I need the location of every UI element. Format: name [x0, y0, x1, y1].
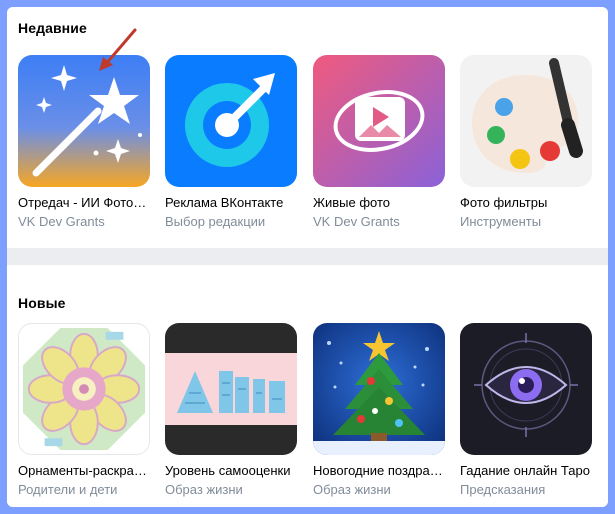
christmas-tree-icon[interactable] [313, 323, 445, 455]
target-icon[interactable] [165, 55, 297, 187]
apps-panel: Недавние Отредач - ИИ Фоторе VK Dev Gran… [7, 7, 608, 507]
app-card-vk-ads[interactable]: Реклама ВКонтакте Выбор редакции [165, 55, 299, 230]
self-esteem-icon[interactable] [165, 323, 297, 455]
app-category: Предсказания [460, 482, 546, 497]
app-name: Гадание онлайн Таро [460, 463, 590, 478]
app-card-otredach[interactable]: Отредач - ИИ Фоторедактор VK Dev Grants [18, 55, 152, 230]
magic-wand-icon[interactable] [18, 55, 150, 187]
section-divider [7, 248, 608, 265]
app-card-live-photo[interactable]: Живые фото VK Dev Grants [313, 55, 447, 230]
app-category: VK Dev Grants [18, 214, 105, 229]
app-name: Орнаменты-раскраски [18, 463, 150, 478]
app-card-self-esteem[interactable]: Уровень самооценки Образ жизни [165, 323, 299, 498]
app-category: VK Dev Grants [313, 214, 400, 229]
recent-section-title: Недавние [18, 20, 87, 36]
app-name: Новогодние поздравления [313, 463, 445, 478]
new-section-title: Новые [18, 295, 66, 311]
recent-section: Недавние Отредач - ИИ Фоторе VK Dev Gran… [7, 7, 608, 248]
app-card-photo-filters[interactable]: Фото фильтры Инструменты [460, 55, 594, 230]
mandala-icon[interactable] [18, 323, 150, 455]
app-category: Образ жизни [313, 482, 391, 497]
app-name: Фото фильтры [460, 195, 548, 210]
app-category: Инструменты [460, 214, 542, 229]
annotation-arrow-icon [99, 28, 137, 71]
app-card-new-year[interactable]: Новогодние поздравления Образ жизни [313, 323, 447, 498]
app-category: Образ жизни [165, 482, 243, 497]
live-photo-icon[interactable] [313, 55, 445, 187]
app-name: Уровень самооценки [165, 463, 291, 478]
app-card-tarot[interactable]: Гадание онлайн Таро Предсказания [460, 323, 594, 498]
new-section: Новые Орнаменты-раскраски Родители и дет… [7, 265, 608, 507]
app-name: Живые фото [313, 195, 391, 210]
app-name: Отредач - ИИ Фоторедактор [18, 195, 150, 210]
app-name: Реклама ВКонтакте [165, 195, 284, 210]
app-card-ornaments[interactable]: Орнаменты-раскраски Родители и дети [18, 323, 152, 498]
app-category: Родители и дети [18, 482, 118, 497]
eye-icon[interactable] [460, 323, 592, 455]
palette-icon[interactable] [460, 55, 592, 187]
app-category: Выбор редакции [165, 214, 266, 229]
